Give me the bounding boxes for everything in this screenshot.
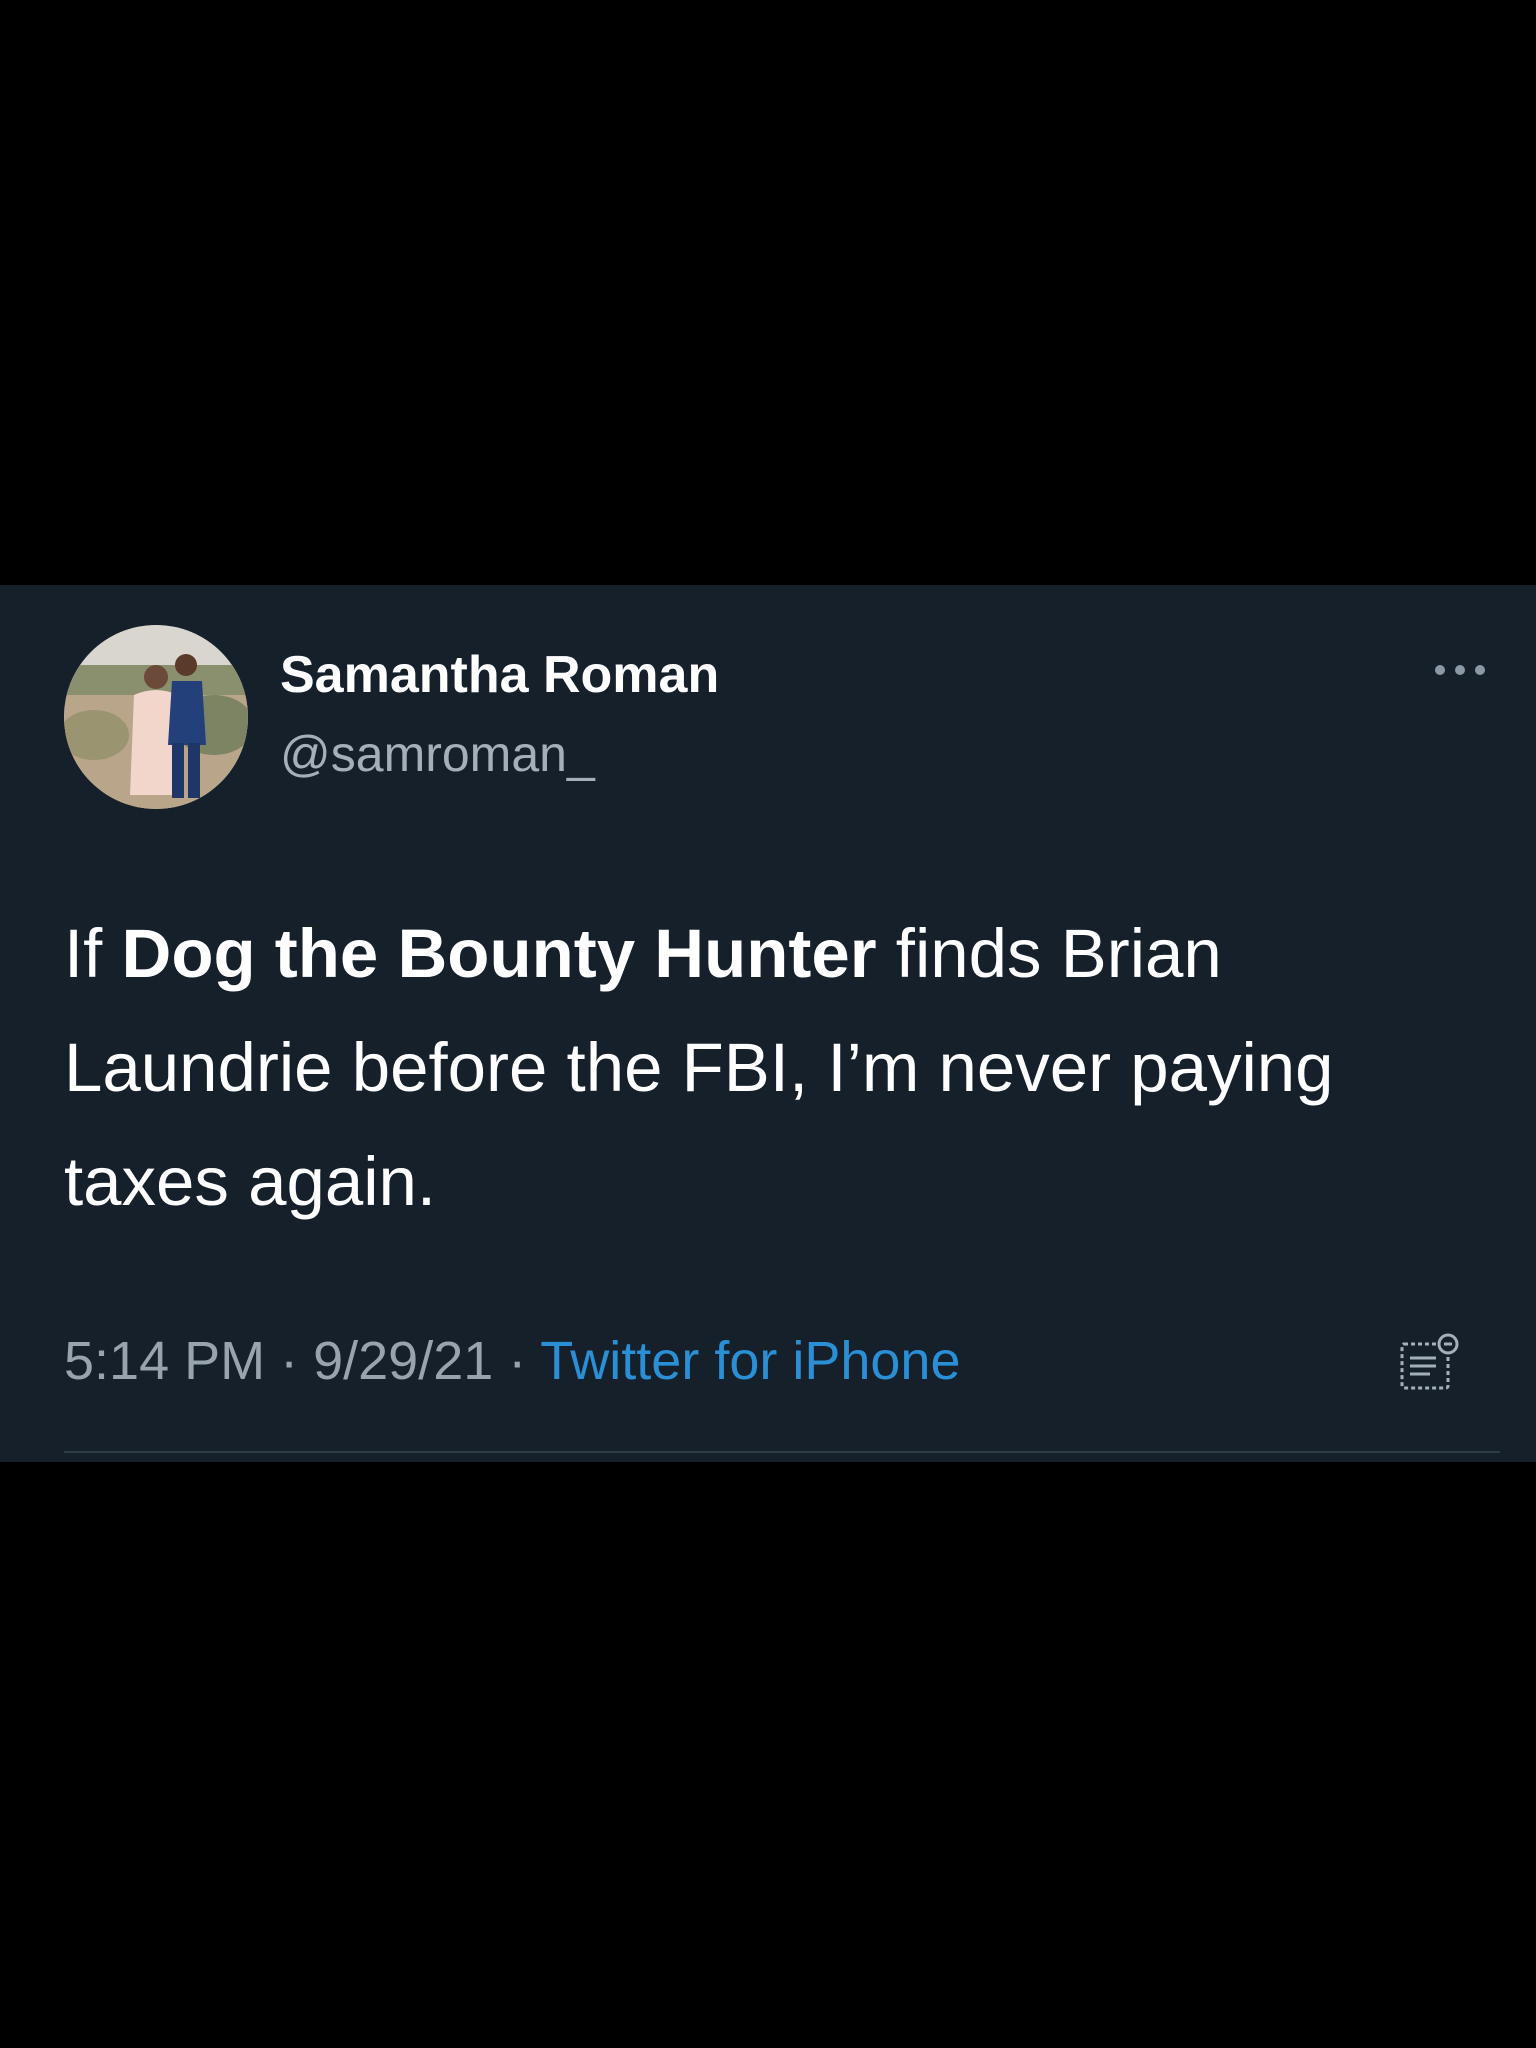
tweet-text-prefix: If bbox=[64, 915, 122, 992]
tweet-card: Samantha Roman @samroman_ If Dog the Bou… bbox=[0, 585, 1536, 1462]
analytics-icon bbox=[1400, 1333, 1459, 1390]
avatar-photo bbox=[64, 625, 248, 809]
meta-separator: · bbox=[493, 1331, 541, 1391]
more-options-button[interactable] bbox=[1430, 655, 1490, 685]
tweet-text-bold: Dog the Bounty Hunter bbox=[121, 915, 877, 992]
user-handle[interactable]: @samroman_ bbox=[280, 725, 595, 783]
tweet-text: If Dog the Bounty Hunter finds Brian Lau… bbox=[64, 897, 1484, 1239]
tweet-date[interactable]: 9/29/21 bbox=[313, 1331, 493, 1391]
display-name[interactable]: Samantha Roman bbox=[280, 645, 719, 705]
divider bbox=[64, 1451, 1500, 1453]
meta-separator: · bbox=[265, 1331, 314, 1391]
tweet-meta: 5:14 PM · 9/29/21 · Twitter for iPhone bbox=[64, 1330, 960, 1392]
avatar[interactable] bbox=[64, 625, 248, 809]
more-options-icon bbox=[1435, 665, 1485, 675]
analytics-button[interactable] bbox=[1396, 1330, 1466, 1400]
tweet-source-link[interactable]: Twitter for iPhone bbox=[540, 1331, 960, 1391]
tweet-time[interactable]: 5:14 PM bbox=[64, 1331, 265, 1391]
